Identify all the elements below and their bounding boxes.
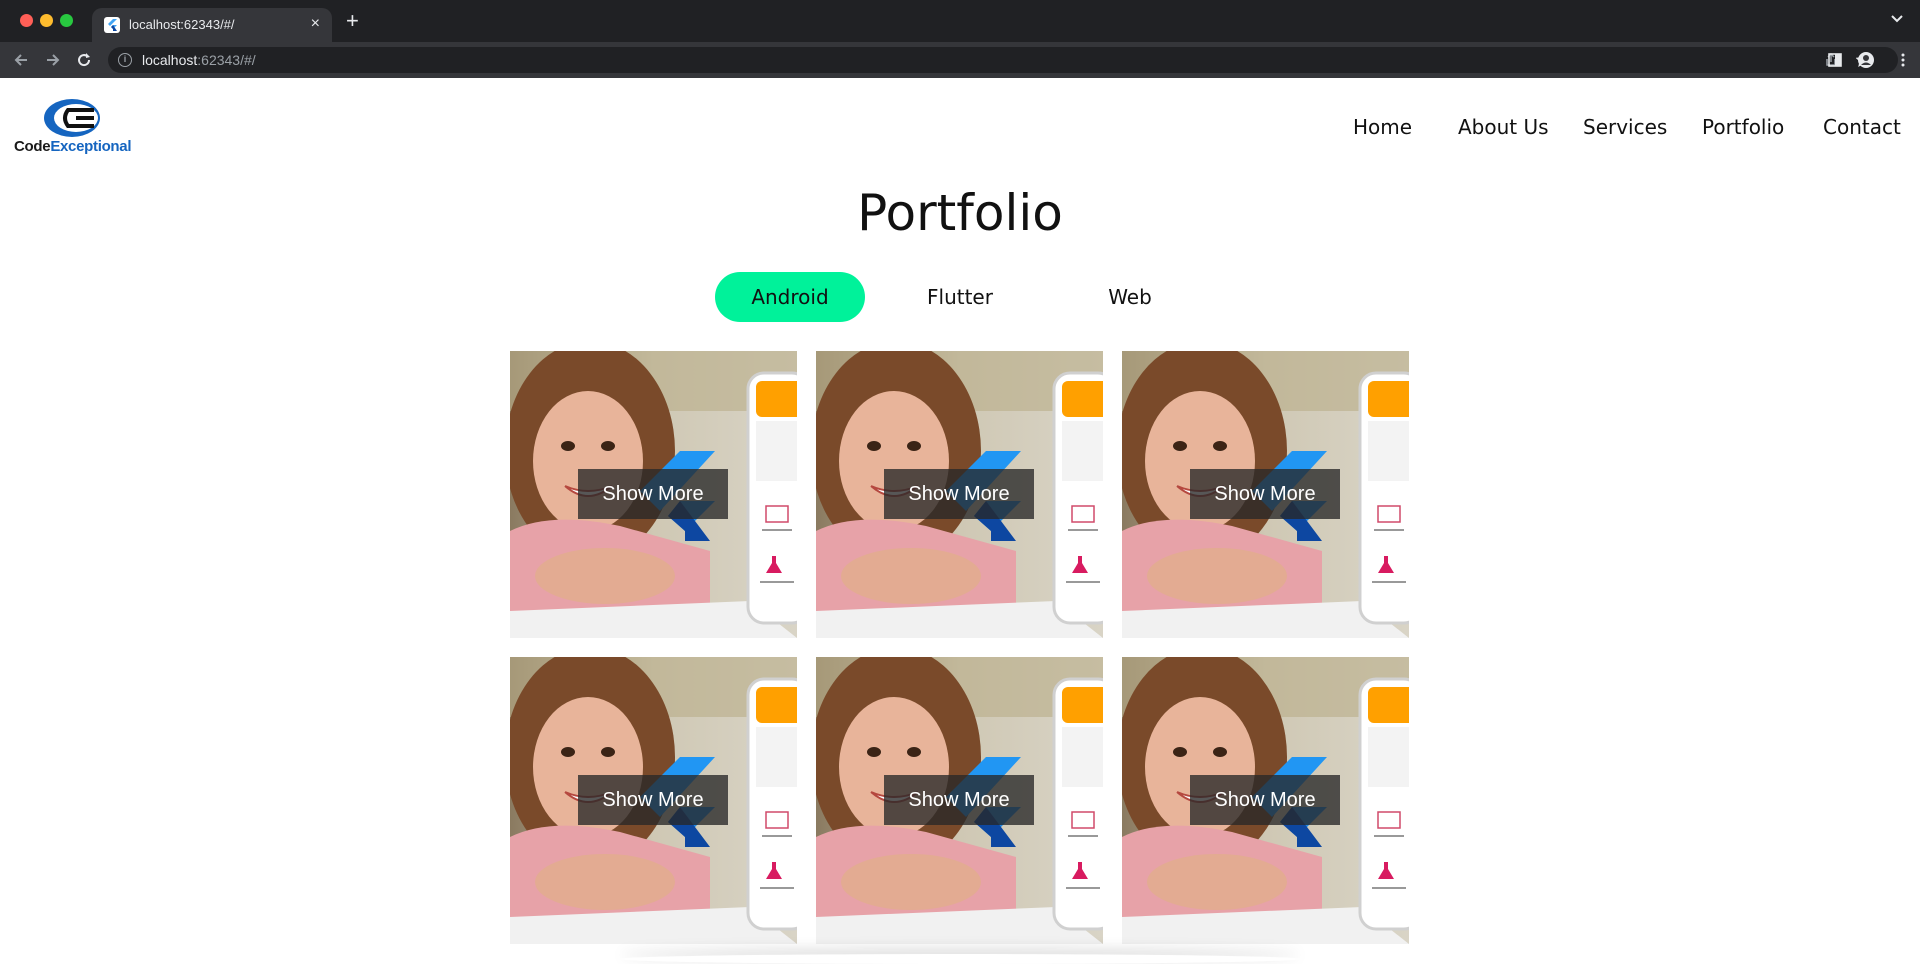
nav-home[interactable]: Home — [1353, 115, 1412, 139]
flutter-icon — [104, 17, 120, 33]
profile-avatar-icon[interactable] — [1858, 52, 1874, 68]
forward-arrow-icon[interactable] — [42, 50, 62, 70]
filter-web[interactable]: Web — [1055, 272, 1205, 322]
page-content: CodeExceptional Home About Us Services P… — [0, 78, 1920, 964]
portfolio-filters: Android Flutter Web — [715, 272, 1175, 322]
portfolio-card[interactable]: Show More — [816, 351, 1103, 638]
back-arrow-icon[interactable] — [12, 50, 32, 70]
logo-text: CodeExceptional — [14, 138, 132, 155]
tab-title: localhost:62343/#/ — [129, 17, 235, 32]
portfolio-card[interactable]: Show More — [1122, 657, 1409, 944]
show-more-button[interactable]: Show More — [1190, 775, 1340, 825]
address-bar[interactable]: i localhost:62343/#/ — [108, 47, 1898, 73]
show-more-button[interactable]: Show More — [578, 775, 728, 825]
show-more-button[interactable]: Show More — [578, 469, 728, 519]
close-tab-icon[interactable]: × — [311, 15, 320, 33]
browser-chrome: localhost:62343/#/ × + i localhost:62343… — [0, 0, 1920, 78]
browser-toolbar: i localhost:62343/#/ — [0, 42, 1920, 78]
filter-android[interactable]: Android — [715, 272, 865, 322]
more-options-icon[interactable] — [1896, 53, 1910, 67]
show-more-button[interactable]: Show More — [884, 775, 1034, 825]
new-tab-button[interactable]: + — [346, 10, 359, 32]
nav-portfolio[interactable]: Portfolio — [1702, 115, 1784, 139]
filter-flutter[interactable]: Flutter — [885, 272, 1035, 322]
tab-search-icon[interactable] — [1890, 12, 1904, 26]
footer-shadow — [620, 954, 1300, 964]
nav-services[interactable]: Services — [1583, 115, 1667, 139]
minimize-window-button[interactable] — [40, 14, 53, 27]
portfolio-grid: Show More Show More Show More Show More … — [510, 351, 1410, 951]
maximize-window-button[interactable] — [60, 14, 73, 27]
page-title: Portfolio — [857, 184, 1063, 242]
portfolio-card[interactable]: Show More — [1122, 351, 1409, 638]
portfolio-card[interactable]: Show More — [816, 657, 1103, 944]
portfolio-card[interactable]: Show More — [510, 657, 797, 944]
close-window-button[interactable] — [20, 14, 33, 27]
browser-tab[interactable]: localhost:62343/#/ × — [92, 8, 332, 42]
logo-mark-icon — [42, 98, 106, 138]
tab-strip: localhost:62343/#/ × + — [0, 0, 1920, 42]
info-icon[interactable]: i — [118, 53, 132, 67]
show-more-button[interactable]: Show More — [884, 469, 1034, 519]
show-more-button[interactable]: Show More — [1190, 469, 1340, 519]
site-logo[interactable]: CodeExceptional — [14, 98, 134, 158]
portfolio-card[interactable]: Show More — [510, 351, 797, 638]
url-text: localhost:62343/#/ — [142, 52, 256, 68]
nav-contact[interactable]: Contact — [1823, 115, 1901, 139]
side-panel-icon[interactable] — [1828, 53, 1842, 67]
nav-about-us[interactable]: About Us — [1458, 115, 1549, 139]
reload-icon[interactable] — [74, 50, 94, 70]
